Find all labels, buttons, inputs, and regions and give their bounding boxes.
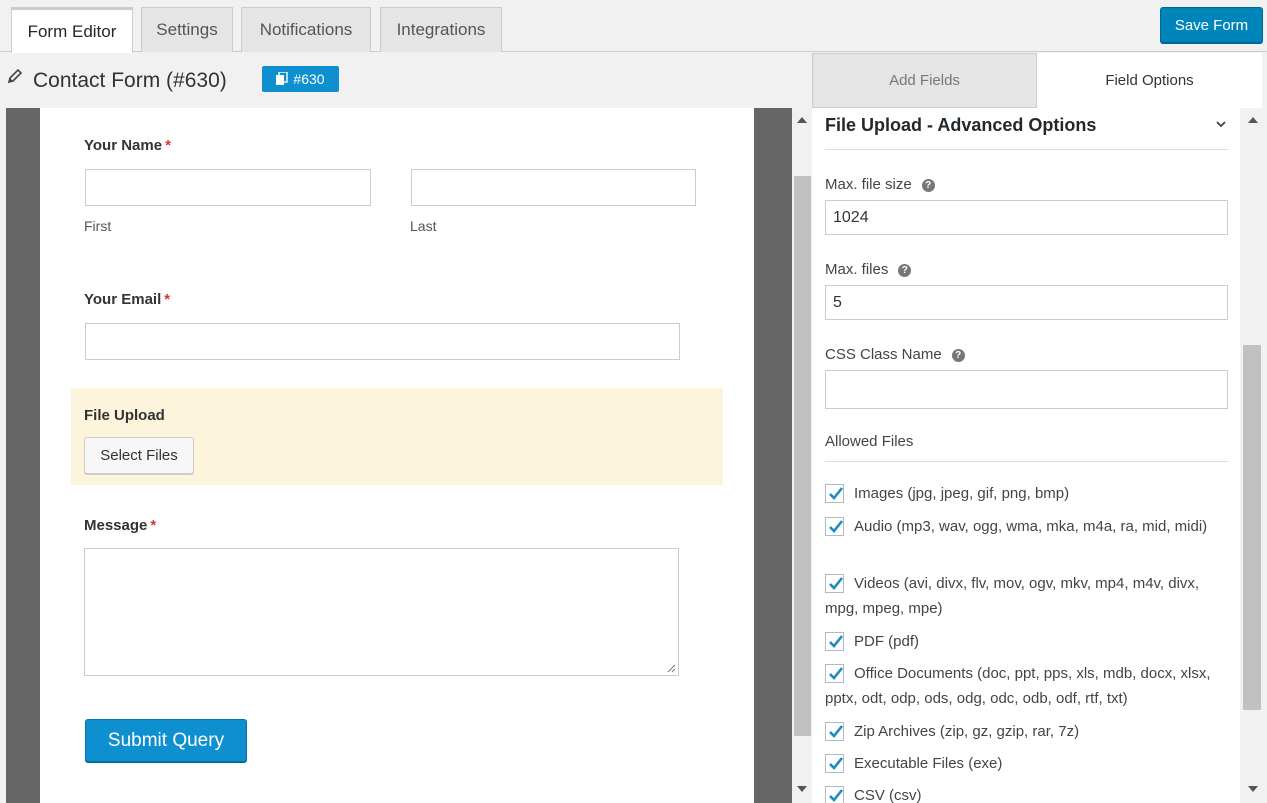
- scroll-down-arrow-icon[interactable]: [797, 786, 807, 792]
- checkbox-label: Executable Files (exe): [854, 755, 1003, 772]
- checkmark-icon: [829, 635, 844, 648]
- form-id-badge[interactable]: #630: [262, 66, 339, 92]
- right-panel-tabs: Add Fields Field Options: [812, 53, 1267, 108]
- save-form-button[interactable]: Save Form: [1160, 7, 1263, 43]
- email-field-label: Your Email *: [84, 291, 171, 308]
- css-class-input[interactable]: [825, 370, 1228, 409]
- message-field-label: Message *: [84, 517, 157, 534]
- checkbox-label: PDF (pdf): [854, 633, 920, 650]
- options-scrollbar-thumb[interactable]: [1243, 345, 1261, 710]
- checkmark-icon: [829, 577, 844, 590]
- checkbox[interactable]: [825, 517, 844, 536]
- last-name-sublabel: Last: [410, 218, 437, 234]
- help-icon[interactable]: ?: [951, 349, 965, 362]
- form-title-row: Contact Form (#630) #630: [0, 53, 812, 108]
- checkbox[interactable]: [825, 664, 844, 683]
- last-name-input[interactable]: [411, 169, 696, 206]
- help-icon[interactable]: ?: [921, 179, 935, 192]
- options-scrollbar[interactable]: [1240, 108, 1267, 803]
- first-name-sublabel: First: [84, 218, 112, 234]
- copy-icon: [276, 72, 289, 85]
- allowed-file-type-videos[interactable]: Videos (avi, divx, flv, mov, ogv, mkv, m…: [825, 571, 1230, 621]
- help-icon[interactable]: ?: [898, 264, 912, 277]
- scroll-up-arrow-icon[interactable]: [797, 117, 807, 123]
- message-textarea[interactable]: [84, 548, 679, 676]
- checkmark-icon: [829, 725, 844, 738]
- pencil-icon[interactable]: [6, 67, 24, 85]
- checkbox[interactable]: [825, 754, 844, 773]
- max-files-input[interactable]: 5: [825, 285, 1228, 320]
- preview-scrollbar[interactable]: [792, 108, 812, 803]
- checkbox[interactable]: [825, 484, 844, 503]
- allowed-file-type-pdf[interactable]: PDF (pdf): [825, 629, 1230, 654]
- allowed-file-type-zip[interactable]: Zip Archives (zip, gz, gzip, rar, 7z): [825, 719, 1230, 744]
- checkbox[interactable]: [825, 722, 844, 741]
- checkmark-icon: [829, 789, 844, 802]
- resize-handle-icon[interactable]: [667, 664, 676, 673]
- tab-integrations[interactable]: Integrations: [380, 7, 502, 52]
- max-file-size-input[interactable]: 1024: [825, 200, 1228, 235]
- css-class-label: CSS Class Name?: [825, 346, 965, 363]
- checkbox-label: Office Documents (doc, ppt, pps, xls, md…: [825, 665, 1211, 707]
- checkmark-icon: [829, 667, 844, 680]
- section-title[interactable]: File Upload - Advanced Options: [825, 115, 1096, 136]
- scroll-down-arrow-icon[interactable]: [1248, 786, 1258, 792]
- checkmark-icon: [829, 487, 844, 500]
- tab-field-options[interactable]: Field Options: [1037, 53, 1262, 108]
- divider: [825, 461, 1228, 462]
- select-files-button[interactable]: Select Files: [84, 437, 194, 474]
- checkbox[interactable]: [825, 574, 844, 593]
- tab-add-fields[interactable]: Add Fields: [812, 53, 1037, 108]
- preview-scrollbar-thumb[interactable]: [794, 176, 811, 736]
- top-tab-bar: Form Editor Settings Notifications Integ…: [0, 0, 1267, 53]
- email-input[interactable]: [85, 323, 680, 360]
- required-marker: *: [150, 517, 157, 534]
- form-id-text: #630: [293, 71, 325, 87]
- checkbox-label: CSV (csv): [854, 787, 922, 803]
- allowed-files-label: Allowed Files: [825, 433, 914, 450]
- allowed-file-type-exe[interactable]: Executable Files (exe): [825, 751, 1230, 776]
- allowed-file-type-audio[interactable]: Audio (mp3, wav, ogg, wma, mka, m4a, ra,…: [825, 514, 1230, 539]
- divider: [825, 149, 1228, 150]
- checkbox-label: Videos (avi, divx, flv, mov, ogv, mkv, m…: [825, 575, 1200, 617]
- checkbox-label: Zip Archives (zip, gz, gzip, rar, 7z): [854, 723, 1080, 740]
- checkbox-label: Audio (mp3, wav, ogg, wma, mka, m4a, ra,…: [854, 518, 1208, 535]
- tab-notifications[interactable]: Notifications: [241, 7, 371, 52]
- max-file-size-label: Max. file size?: [825, 176, 935, 193]
- checkbox-label: Images (jpg, jpeg, gif, png, bmp): [854, 485, 1070, 502]
- required-marker: *: [164, 291, 171, 308]
- chevron-down-icon[interactable]: [1215, 118, 1227, 130]
- checkmark-icon: [829, 520, 844, 533]
- scroll-up-arrow-icon[interactable]: [1248, 117, 1258, 123]
- allowed-file-type-csv[interactable]: CSV (csv): [825, 783, 1230, 803]
- checkbox[interactable]: [825, 632, 844, 651]
- tab-form-editor[interactable]: Form Editor: [11, 7, 133, 53]
- allowed-file-type-images[interactable]: Images (jpg, jpeg, gif, png, bmp): [825, 481, 1230, 506]
- checkmark-icon: [829, 757, 844, 770]
- max-files-label: Max. files?: [825, 261, 912, 278]
- required-marker: *: [165, 137, 171, 154]
- upload-field-label: File Upload: [84, 407, 165, 424]
- form-title[interactable]: Contact Form (#630): [33, 69, 227, 93]
- tab-settings[interactable]: Settings: [141, 7, 233, 52]
- submit-query-button[interactable]: Submit Query: [85, 719, 247, 762]
- allowed-file-type-office[interactable]: Office Documents (doc, ppt, pps, xls, md…: [825, 661, 1230, 711]
- name-field-label: Your Name *: [84, 137, 171, 154]
- checkbox[interactable]: [825, 786, 844, 803]
- first-name-input[interactable]: [85, 169, 371, 206]
